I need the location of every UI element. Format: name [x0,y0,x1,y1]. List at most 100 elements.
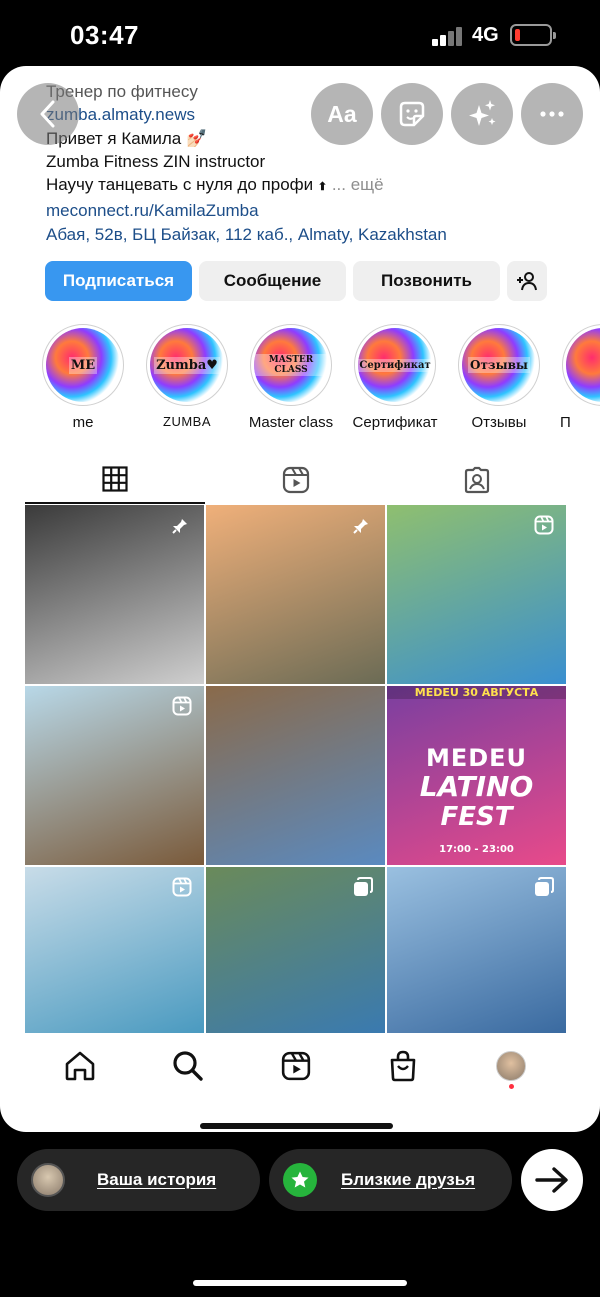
star-icon [291,1171,309,1188]
poster-title1: MEDEU [425,744,528,772]
highlight-image: ME [46,328,120,402]
arrow-right-icon [535,1167,568,1193]
tab-reels[interactable] [206,456,386,504]
nav-home[interactable] [50,1044,110,1088]
follow-button[interactable]: Подписаться [45,261,192,301]
bio-line-3-text: Научу танцевать с нуля до профи [46,175,314,195]
ellipsis-icon [540,111,564,117]
nav-reels[interactable] [266,1044,326,1088]
nav-search[interactable] [158,1044,218,1088]
highlight-label: Master class [248,414,334,431]
highlight-cover: Отзывы [458,324,540,406]
home-icon [65,1051,95,1081]
tab-grid[interactable] [25,456,205,504]
highlight-cover: Zumba♥ [146,324,228,406]
reels-icon [282,466,310,494]
carousel-icon [535,877,554,896]
post-thumbnail[interactable]: MEDEU 30 АВГУСТА MEDEU LATINO FEST 17:00 - 2… [387,686,566,865]
event-poster: MEDEU 30 АВГУСТА MEDEU LATINO FEST 17:00 - 2… [387,686,566,865]
highlight-image [566,328,600,402]
highlight-label: ZUMBA [163,414,211,429]
highlight-label: Отзывы [471,414,527,431]
highlight-image: Сертификат [358,328,432,402]
close-friends-button[interactable]: Близкие друзья [269,1149,512,1211]
post-thumbnail[interactable] [206,867,385,1033]
post-thumbnail[interactable] [387,505,566,684]
effects-button[interactable] [451,83,513,145]
highlight-me[interactable]: ME me [38,324,128,431]
poster-time: 17:00 - 23:00 [439,844,514,855]
add-person-icon [517,272,537,291]
status-bar: 03:47 4G [0,0,600,70]
battery-icon [510,24,556,46]
status-time: 03:47 [70,20,139,50]
chevron-left-icon [40,100,55,128]
post-image [206,686,385,865]
close-friends-label: Близкие друзья [341,1170,476,1189]
highlight-cover-text: Отзывы [468,357,530,373]
highlight-cover: MASTER CLASS [250,324,332,406]
poster-title3: FEST [440,802,513,832]
tab-tagged[interactable] [387,456,567,504]
highlight-master-class[interactable]: MASTER CLASS Master class [246,324,336,431]
highlight-cover [562,324,600,406]
highlight-zumba[interactable]: Zumba♥ ZUMBA [142,324,232,429]
search-icon [173,1051,203,1081]
poster-header: MEDEU 30 АВГУСТА [387,686,566,699]
your-story-label: Ваша история [97,1170,217,1189]
highlight-image: MASTER CLASS [254,328,328,402]
more-link[interactable]: ... ещё [332,175,384,194]
highlight-certificate[interactable]: Сертификат Сертификат [350,324,440,431]
back-button[interactable] [17,83,79,145]
story-highlights: ME me Zumba♥ ZUMBA MASTER CLASS Master c… [0,324,600,434]
highlight-label: П [560,414,571,431]
post-thumbnail[interactable] [206,686,385,865]
shopping-bag-icon [390,1050,416,1082]
reels-icon [281,1051,311,1081]
home-indicator [193,1280,407,1286]
pin-icon [172,516,187,534]
highlight-cover-text: MASTER CLASS [254,354,328,376]
add-person-button[interactable] [507,261,547,301]
highlight-image: Zumba♥ [150,328,224,402]
network-type: 4G [472,24,499,46]
your-story-button[interactable]: Ваша история [17,1149,260,1211]
highlight-cover-text: ME [68,356,98,374]
signal-icon [432,26,464,46]
reel-icon [534,515,554,535]
message-button[interactable]: Сообщение [199,261,346,301]
post-thumbnail[interactable] [25,867,204,1033]
tagged-icon [464,466,490,494]
grid-icon [102,466,128,492]
highlight-label: me [72,414,94,431]
highlight-cover: ME [42,324,124,406]
highlight-label: Сертификат [352,414,438,431]
highlight-reviews[interactable]: Отзывы Отзывы [454,324,544,431]
post-thumbnail[interactable] [25,686,204,865]
bio-line-3: Научу танцевать с нуля до профи ⬆ ... ещ… [46,173,546,199]
highlight-image: Отзывы [462,328,536,402]
highlight-partial[interactable]: П [558,324,600,431]
top-arrow-icon: ⬆ [317,181,328,194]
profile-address[interactable]: Абая, 52в, БЦ Байзак, 112 каб., Almaty, … [46,223,546,246]
sticker-icon [399,101,425,127]
reel-icon [172,877,192,897]
profile-link-2[interactable]: meconnect.ru/KamilaZumba [46,199,546,222]
bio-line-2: Zumba Fitness ZIN instructor [46,151,266,171]
highlight-cover: Сертификат [354,324,436,406]
profile-avatar [496,1051,526,1081]
send-button[interactable] [521,1149,583,1211]
post-thumbnail[interactable] [387,867,566,1033]
call-button[interactable]: Позвонить [353,261,500,301]
highlight-cover-text: Сертификат [358,358,432,372]
text-tool-button[interactable]: Aa [311,83,373,145]
profile-tabs [25,456,567,504]
nav-profile[interactable] [481,1044,541,1089]
story-avatar [31,1163,65,1197]
post-thumbnail[interactable] [206,505,385,684]
profile-sheet: Тренер по фитнесу zumba.almaty.news Прив… [0,66,600,1132]
sticker-button[interactable] [381,83,443,145]
nav-shop[interactable] [373,1044,433,1088]
post-thumbnail[interactable] [25,505,204,684]
more-options-button[interactable] [521,83,583,145]
